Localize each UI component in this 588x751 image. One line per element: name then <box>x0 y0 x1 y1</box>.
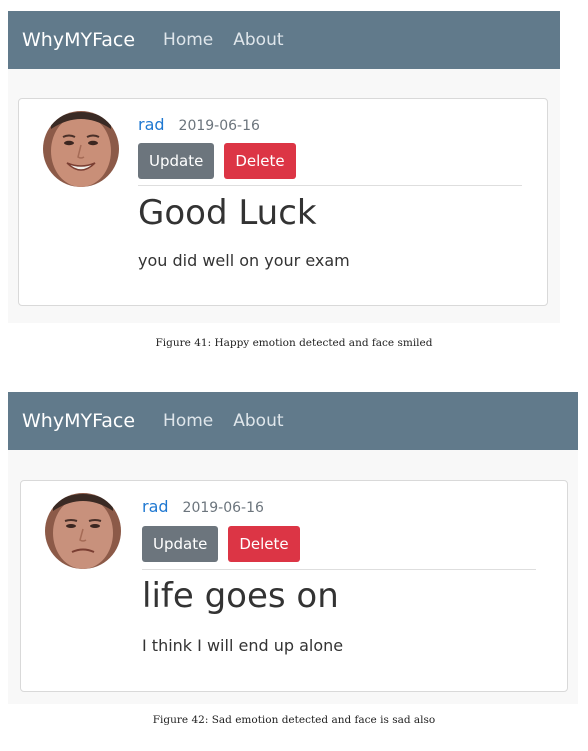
avatar <box>45 493 121 569</box>
divider <box>138 185 522 186</box>
figure-caption: Figure 42: Sad emotion detected and face… <box>152 714 436 726</box>
post-body: I think I will end up alone <box>142 636 344 655</box>
nav-link-home[interactable]: Home <box>163 30 213 50</box>
post-date: 2019-06-16 <box>182 500 264 516</box>
username-link[interactable]: rad <box>142 497 169 516</box>
post-title: life goes on <box>142 576 339 616</box>
update-button[interactable]: Update <box>142 526 219 562</box>
nav-link-home[interactable]: Home <box>163 411 213 431</box>
screenshot-figure-41: WhyMYFace Home About rad 2019-06-16 Upda… <box>8 11 560 323</box>
navbar-brand[interactable]: WhyMYFace <box>22 410 135 432</box>
avatar-face-smiling <box>43 111 119 187</box>
screenshot-figure-42: WhyMYFace Home About rad 2019-06-16 Upda… <box>8 392 578 704</box>
post-card: rad 2019-06-16 Update Delete Good Luck y… <box>18 98 548 306</box>
username-link[interactable]: rad <box>138 115 165 134</box>
nav-link-about[interactable]: About <box>233 30 283 50</box>
update-button[interactable]: Update <box>138 143 215 179</box>
post-meta: rad 2019-06-16 <box>142 497 264 516</box>
post-date: 2019-06-16 <box>178 118 260 134</box>
post-title: Good Luck <box>138 193 317 233</box>
navbar: WhyMYFace Home About <box>8 11 560 69</box>
post-actions: Update Delete <box>142 526 310 562</box>
navbar: WhyMYFace Home About <box>8 392 578 450</box>
avatar <box>43 111 119 187</box>
delete-button[interactable]: Delete <box>224 143 296 179</box>
divider <box>142 569 536 570</box>
avatar-face-sad <box>45 493 121 569</box>
figure-caption: Figure 41: Happy emotion detected and fa… <box>155 337 433 349</box>
post-meta: rad 2019-06-16 <box>138 115 260 134</box>
post-body: you did well on your exam <box>138 251 350 270</box>
navbar-brand[interactable]: WhyMYFace <box>22 29 135 51</box>
post-actions: Update Delete <box>138 143 306 179</box>
delete-button[interactable]: Delete <box>228 526 300 562</box>
post-card: rad 2019-06-16 Update Delete life goes o… <box>20 480 568 692</box>
nav-link-about[interactable]: About <box>233 411 283 431</box>
